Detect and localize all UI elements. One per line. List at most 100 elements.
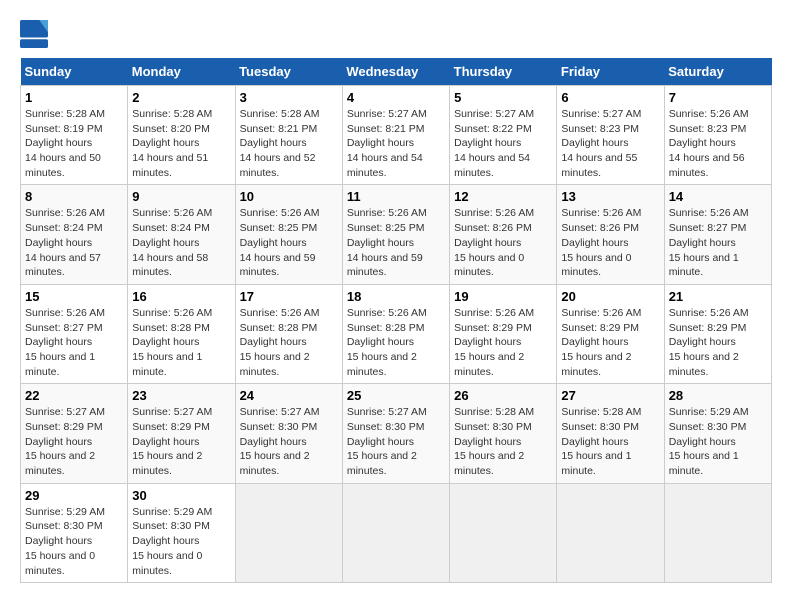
calendar-cell	[450, 483, 557, 582]
calendar-cell: 17 Sunrise: 5:26 AMSunset: 8:28 PMDaylig…	[235, 284, 342, 383]
cell-info: Sunrise: 5:27 AMSunset: 8:22 PMDaylight …	[454, 108, 534, 179]
day-number: 18	[347, 289, 445, 304]
calendar-cell: 3 Sunrise: 5:28 AMSunset: 8:21 PMDayligh…	[235, 86, 342, 185]
calendar-cell: 18 Sunrise: 5:26 AMSunset: 8:28 PMDaylig…	[342, 284, 449, 383]
cell-info: Sunrise: 5:26 AMSunset: 8:24 PMDaylight …	[25, 207, 105, 278]
cell-info: Sunrise: 5:27 AMSunset: 8:21 PMDaylight …	[347, 108, 427, 179]
calendar-cell	[235, 483, 342, 582]
header-friday: Friday	[557, 58, 664, 86]
cell-info: Sunrise: 5:27 AMSunset: 8:23 PMDaylight …	[561, 108, 641, 179]
calendar-cell: 26 Sunrise: 5:28 AMSunset: 8:30 PMDaylig…	[450, 384, 557, 483]
day-number: 9	[132, 189, 230, 204]
calendar-cell: 15 Sunrise: 5:26 AMSunset: 8:27 PMDaylig…	[21, 284, 128, 383]
calendar-cell: 4 Sunrise: 5:27 AMSunset: 8:21 PMDayligh…	[342, 86, 449, 185]
day-number: 11	[347, 189, 445, 204]
calendar-cell: 14 Sunrise: 5:26 AMSunset: 8:27 PMDaylig…	[664, 185, 771, 284]
calendar-cell: 25 Sunrise: 5:27 AMSunset: 8:30 PMDaylig…	[342, 384, 449, 483]
cell-info: Sunrise: 5:29 AMSunset: 8:30 PMDaylight …	[132, 506, 212, 577]
cell-info: Sunrise: 5:27 AMSunset: 8:29 PMDaylight …	[132, 406, 212, 477]
day-number: 7	[669, 90, 767, 105]
day-number: 24	[240, 388, 338, 403]
cell-info: Sunrise: 5:26 AMSunset: 8:25 PMDaylight …	[240, 207, 320, 278]
calendar-cell: 9 Sunrise: 5:26 AMSunset: 8:24 PMDayligh…	[128, 185, 235, 284]
day-number: 21	[669, 289, 767, 304]
calendar-cell: 21 Sunrise: 5:26 AMSunset: 8:29 PMDaylig…	[664, 284, 771, 383]
calendar-cell: 8 Sunrise: 5:26 AMSunset: 8:24 PMDayligh…	[21, 185, 128, 284]
cell-info: Sunrise: 5:27 AMSunset: 8:30 PMDaylight …	[347, 406, 427, 477]
day-number: 13	[561, 189, 659, 204]
calendar-cell: 22 Sunrise: 5:27 AMSunset: 8:29 PMDaylig…	[21, 384, 128, 483]
cell-info: Sunrise: 5:26 AMSunset: 8:23 PMDaylight …	[669, 108, 749, 179]
cell-info: Sunrise: 5:26 AMSunset: 8:27 PMDaylight …	[669, 207, 749, 278]
day-number: 8	[25, 189, 123, 204]
cell-info: Sunrise: 5:29 AMSunset: 8:30 PMDaylight …	[25, 506, 105, 577]
day-number: 17	[240, 289, 338, 304]
cell-info: Sunrise: 5:28 AMSunset: 8:30 PMDaylight …	[454, 406, 534, 477]
header-wednesday: Wednesday	[342, 58, 449, 86]
calendar-cell	[557, 483, 664, 582]
day-number: 16	[132, 289, 230, 304]
cell-info: Sunrise: 5:26 AMSunset: 8:24 PMDaylight …	[132, 207, 212, 278]
day-number: 2	[132, 90, 230, 105]
day-number: 4	[347, 90, 445, 105]
calendar-cell: 6 Sunrise: 5:27 AMSunset: 8:23 PMDayligh…	[557, 86, 664, 185]
logo-icon	[20, 20, 48, 48]
cell-info: Sunrise: 5:28 AMSunset: 8:30 PMDaylight …	[561, 406, 641, 477]
week-row-4: 22 Sunrise: 5:27 AMSunset: 8:29 PMDaylig…	[21, 384, 772, 483]
calendar-cell: 7 Sunrise: 5:26 AMSunset: 8:23 PMDayligh…	[664, 86, 771, 185]
day-number: 14	[669, 189, 767, 204]
calendar-cell: 30 Sunrise: 5:29 AMSunset: 8:30 PMDaylig…	[128, 483, 235, 582]
calendar-cell: 1 Sunrise: 5:28 AMSunset: 8:19 PMDayligh…	[21, 86, 128, 185]
calendar-cell: 23 Sunrise: 5:27 AMSunset: 8:29 PMDaylig…	[128, 384, 235, 483]
cell-info: Sunrise: 5:27 AMSunset: 8:30 PMDaylight …	[240, 406, 320, 477]
header-sunday: Sunday	[21, 58, 128, 86]
day-number: 3	[240, 90, 338, 105]
header-thursday: Thursday	[450, 58, 557, 86]
calendar-cell: 16 Sunrise: 5:26 AMSunset: 8:28 PMDaylig…	[128, 284, 235, 383]
cell-info: Sunrise: 5:28 AMSunset: 8:19 PMDaylight …	[25, 108, 105, 179]
calendar-cell: 11 Sunrise: 5:26 AMSunset: 8:25 PMDaylig…	[342, 185, 449, 284]
cell-info: Sunrise: 5:26 AMSunset: 8:28 PMDaylight …	[240, 307, 320, 378]
day-number: 27	[561, 388, 659, 403]
cell-info: Sunrise: 5:26 AMSunset: 8:29 PMDaylight …	[454, 307, 534, 378]
calendar-cell: 10 Sunrise: 5:26 AMSunset: 8:25 PMDaylig…	[235, 185, 342, 284]
cell-info: Sunrise: 5:29 AMSunset: 8:30 PMDaylight …	[669, 406, 749, 477]
cell-info: Sunrise: 5:26 AMSunset: 8:26 PMDaylight …	[454, 207, 534, 278]
cell-info: Sunrise: 5:28 AMSunset: 8:21 PMDaylight …	[240, 108, 320, 179]
calendar-cell: 13 Sunrise: 5:26 AMSunset: 8:26 PMDaylig…	[557, 185, 664, 284]
day-number: 15	[25, 289, 123, 304]
calendar-cell: 29 Sunrise: 5:29 AMSunset: 8:30 PMDaylig…	[21, 483, 128, 582]
week-row-5: 29 Sunrise: 5:29 AMSunset: 8:30 PMDaylig…	[21, 483, 772, 582]
page-header	[20, 20, 772, 48]
day-number: 23	[132, 388, 230, 403]
day-number: 25	[347, 388, 445, 403]
day-number: 30	[132, 488, 230, 503]
calendar-cell: 27 Sunrise: 5:28 AMSunset: 8:30 PMDaylig…	[557, 384, 664, 483]
header-saturday: Saturday	[664, 58, 771, 86]
header-monday: Monday	[128, 58, 235, 86]
cell-info: Sunrise: 5:26 AMSunset: 8:28 PMDaylight …	[347, 307, 427, 378]
calendar-cell: 24 Sunrise: 5:27 AMSunset: 8:30 PMDaylig…	[235, 384, 342, 483]
day-number: 6	[561, 90, 659, 105]
week-row-2: 8 Sunrise: 5:26 AMSunset: 8:24 PMDayligh…	[21, 185, 772, 284]
calendar-cell: 2 Sunrise: 5:28 AMSunset: 8:20 PMDayligh…	[128, 86, 235, 185]
cell-info: Sunrise: 5:26 AMSunset: 8:26 PMDaylight …	[561, 207, 641, 278]
cell-info: Sunrise: 5:28 AMSunset: 8:20 PMDaylight …	[132, 108, 212, 179]
cell-info: Sunrise: 5:26 AMSunset: 8:25 PMDaylight …	[347, 207, 427, 278]
cell-info: Sunrise: 5:26 AMSunset: 8:28 PMDaylight …	[132, 307, 212, 378]
day-number: 12	[454, 189, 552, 204]
calendar-cell	[342, 483, 449, 582]
cell-info: Sunrise: 5:26 AMSunset: 8:29 PMDaylight …	[669, 307, 749, 378]
header-tuesday: Tuesday	[235, 58, 342, 86]
cell-info: Sunrise: 5:27 AMSunset: 8:29 PMDaylight …	[25, 406, 105, 477]
calendar-header-row: SundayMondayTuesdayWednesdayThursdayFrid…	[21, 58, 772, 86]
day-number: 5	[454, 90, 552, 105]
calendar-cell	[664, 483, 771, 582]
day-number: 26	[454, 388, 552, 403]
day-number: 1	[25, 90, 123, 105]
calendar-cell: 28 Sunrise: 5:29 AMSunset: 8:30 PMDaylig…	[664, 384, 771, 483]
calendar-cell: 12 Sunrise: 5:26 AMSunset: 8:26 PMDaylig…	[450, 185, 557, 284]
day-number: 19	[454, 289, 552, 304]
cell-info: Sunrise: 5:26 AMSunset: 8:27 PMDaylight …	[25, 307, 105, 378]
logo	[20, 20, 52, 48]
